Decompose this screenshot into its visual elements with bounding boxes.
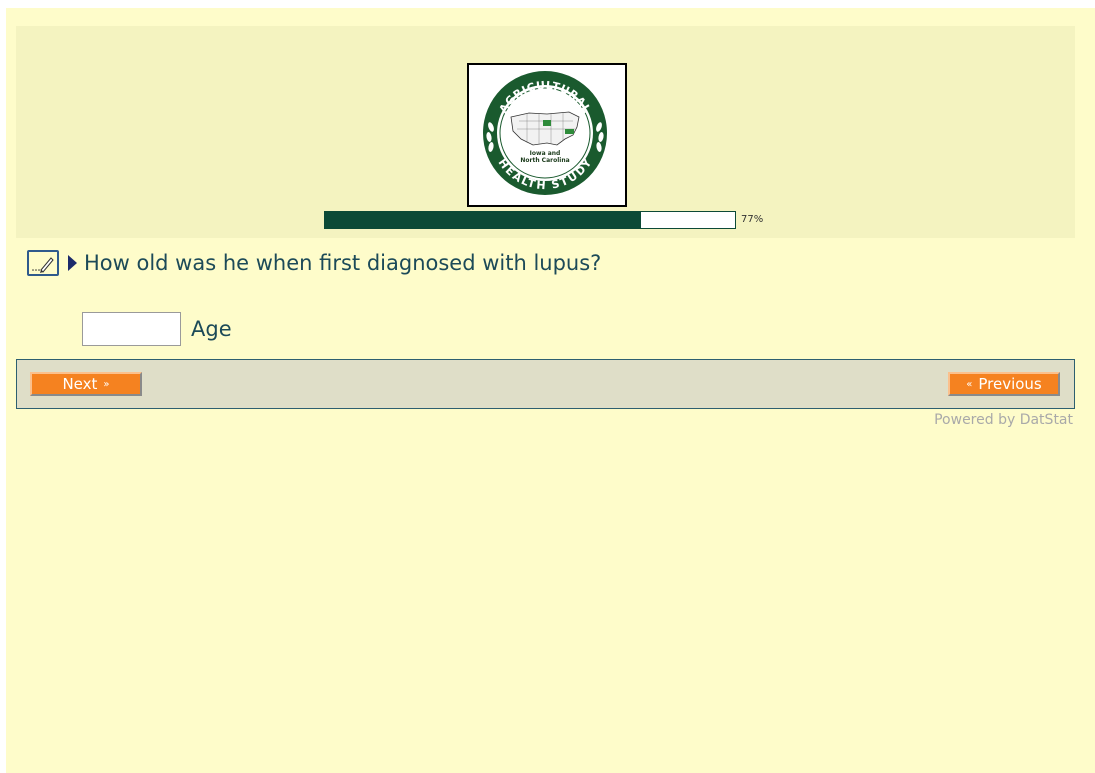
edit-pencil-icon[interactable]	[27, 250, 59, 276]
fast-forward-icon: »	[103, 378, 110, 390]
rewind-icon: «	[966, 378, 973, 390]
north-carolina-highlight	[565, 129, 574, 134]
progress-bar-fill	[325, 212, 641, 228]
iowa-highlight	[543, 120, 551, 126]
progress-bar	[324, 211, 736, 229]
age-label: Age	[191, 317, 232, 341]
previous-button-label: Previous	[978, 375, 1042, 393]
powered-by-text: Powered by DatStat	[934, 412, 1073, 428]
study-logo: AGRICULTURAL HEALTH STUDY Iowa and North…	[467, 63, 627, 207]
progress-percent-label: 77%	[741, 214, 764, 225]
next-button[interactable]: Next »	[30, 372, 142, 396]
next-button-label: Next	[62, 375, 98, 393]
logo-center-line2: North Carolina	[520, 157, 569, 164]
previous-button[interactable]: « Previous	[948, 372, 1060, 396]
navigation-bar: Next » « Previous	[16, 359, 1075, 409]
question-arrow-icon	[68, 255, 77, 271]
question-text: How old was he when first diagnosed with…	[84, 251, 602, 275]
logo-center-line1: Iowa and	[530, 150, 561, 157]
age-input[interactable]	[82, 312, 181, 346]
